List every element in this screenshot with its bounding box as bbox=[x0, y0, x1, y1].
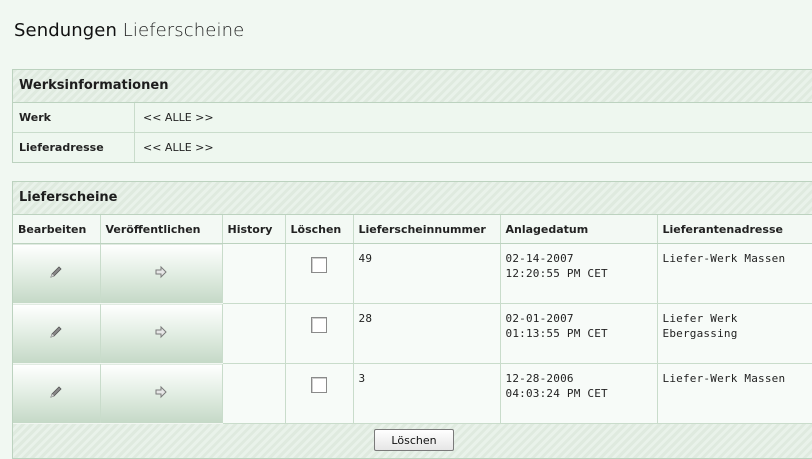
arrow-right-icon[interactable] bbox=[154, 265, 168, 283]
anlagedatum-date: 12-28-2006 bbox=[505, 372, 574, 385]
col-header-loeschen: Löschen bbox=[285, 215, 354, 244]
col-header-bearbeiten: Bearbeiten bbox=[13, 215, 101, 244]
col-header-anlagedatum: Anlagedatum bbox=[500, 215, 658, 244]
arrow-right-icon[interactable] bbox=[154, 325, 168, 343]
delete-checkbox-cell bbox=[285, 303, 354, 364]
lieferscheinnummer-cell: 49 bbox=[353, 243, 501, 304]
lieferscheine-table: Bearbeiten Veröffentlichen History Lösch… bbox=[13, 215, 812, 424]
adresse-line1: Liefer Werk bbox=[662, 312, 738, 325]
edit-cell[interactable] bbox=[13, 243, 101, 304]
lieferscheine-panel: Lieferscheine Bearbeiten Veröffentlichen… bbox=[12, 181, 812, 459]
pencil-icon[interactable] bbox=[48, 384, 64, 404]
history-cell bbox=[222, 363, 286, 424]
lieferadresse-label: Lieferadresse bbox=[13, 133, 135, 162]
werksinformationen-header: Werksinformationen bbox=[13, 70, 812, 103]
col-header-history: History bbox=[222, 215, 286, 244]
anlagedatum-date: 02-14-2007 bbox=[505, 252, 574, 265]
page-title-main: Sendungen bbox=[14, 20, 117, 41]
history-cell bbox=[222, 303, 286, 364]
col-header-lieferantenadresse: Lieferantenadresse bbox=[657, 215, 812, 244]
anlagedatum-date: 02-01-2007 bbox=[505, 312, 574, 325]
adresse-line1: Liefer-Werk Massen bbox=[662, 252, 786, 265]
lieferscheinnummer-cell: 28 bbox=[353, 303, 501, 364]
history-cell bbox=[222, 243, 286, 304]
pencil-icon[interactable] bbox=[48, 264, 64, 284]
adresse-line2: Ebergassing bbox=[662, 327, 738, 340]
anlagedatum-cell: 02-14-2007 12:20:55 PM CET bbox=[500, 243, 658, 304]
delete-checkbox-cell bbox=[285, 363, 354, 424]
pencil-icon[interactable] bbox=[48, 324, 64, 344]
anlagedatum-time: 04:03:24 PM CET bbox=[505, 387, 608, 400]
lieferadresse-value: << ALLE >> bbox=[143, 141, 214, 154]
publish-cell[interactable] bbox=[100, 303, 223, 364]
werk-row: Werk << ALLE >> bbox=[13, 103, 812, 133]
col-header-lieferscheinnummer: Lieferscheinnummer bbox=[353, 215, 501, 244]
delete-checkbox[interactable] bbox=[311, 317, 327, 333]
table-row: 28 02-01-2007 01:13:55 PM CET Liefer Werk… bbox=[13, 303, 812, 364]
anlagedatum-time: 01:13:55 PM CET bbox=[505, 327, 608, 340]
lieferscheine-header: Lieferscheine bbox=[13, 182, 812, 215]
adresse-line1: Liefer-Werk Massen bbox=[662, 372, 786, 385]
lieferantenadresse-cell: Liefer-Werk Massen bbox=[657, 243, 812, 304]
publish-cell[interactable] bbox=[100, 243, 223, 304]
lieferscheinnummer-cell: 3 bbox=[353, 363, 501, 424]
table-header-row: Bearbeiten Veröffentlichen History Lösch… bbox=[13, 215, 812, 244]
anlagedatum-time: 12:20:55 PM CET bbox=[505, 267, 608, 280]
delete-checkbox-cell bbox=[285, 243, 354, 304]
edit-cell[interactable] bbox=[13, 363, 101, 424]
arrow-right-icon[interactable] bbox=[154, 385, 168, 403]
col-header-veroeffentlichen: Veröffentlichen bbox=[100, 215, 223, 244]
table-row: 3 12-28-2006 04:03:24 PM CET Liefer-Werk … bbox=[13, 363, 812, 424]
lieferantenadresse-cell: Liefer-Werk Massen bbox=[657, 363, 812, 424]
publish-cell[interactable] bbox=[100, 363, 223, 424]
edit-cell[interactable] bbox=[13, 303, 101, 364]
anlagedatum-cell: 12-28-2006 04:03:24 PM CET bbox=[500, 363, 658, 424]
lieferadresse-row: Lieferadresse << ALLE >> bbox=[13, 133, 812, 162]
delete-checkbox[interactable] bbox=[311, 377, 327, 393]
table-footer: Löschen bbox=[13, 424, 812, 458]
table-row: 49 02-14-2007 12:20:55 PM CET Liefer-Werk… bbox=[13, 243, 812, 304]
anlagedatum-cell: 02-01-2007 01:13:55 PM CET bbox=[500, 303, 658, 364]
werk-value: << ALLE >> bbox=[143, 111, 214, 124]
lieferantenadresse-cell: Liefer Werk Ebergassing bbox=[657, 303, 812, 364]
delete-button[interactable]: Löschen bbox=[374, 429, 454, 451]
werksinformationen-panel: Werksinformationen Werk << ALLE >> Liefe… bbox=[12, 69, 812, 163]
delete-checkbox[interactable] bbox=[311, 257, 327, 273]
page-title: Sendungen Lieferscheine bbox=[14, 20, 244, 41]
page-title-sub: Lieferscheine bbox=[122, 20, 245, 41]
werk-label: Werk bbox=[13, 103, 135, 132]
